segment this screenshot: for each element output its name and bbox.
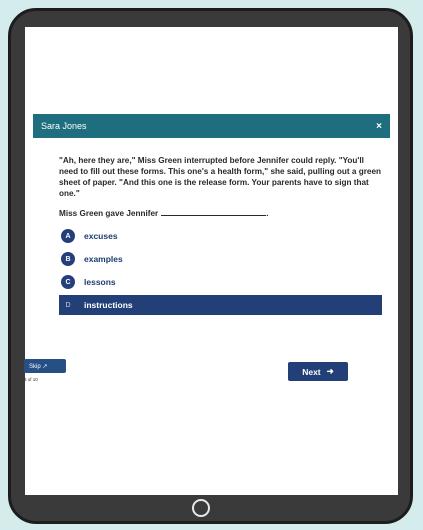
dialog-title: Sara Jones — [41, 121, 87, 131]
option-c[interactable]: C lessons — [59, 272, 382, 292]
option-letter: B — [61, 252, 75, 266]
next-button[interactable]: Next ➜ — [288, 362, 348, 381]
option-label: examples — [84, 254, 123, 264]
option-b[interactable]: B examples — [59, 249, 382, 269]
option-label: excuses — [84, 231, 118, 241]
reading-passage: "Ah, here they are," Miss Green interrup… — [59, 156, 381, 198]
option-label: lessons — [84, 277, 116, 287]
option-a[interactable]: A excuses — [59, 226, 382, 246]
next-label: Next — [302, 366, 321, 377]
option-letter: C — [61, 275, 75, 289]
page-counter: 3 of 10 — [24, 377, 38, 382]
answer-blank — [161, 215, 267, 216]
home-button[interactable] — [192, 499, 210, 517]
option-letter: A — [61, 229, 75, 243]
question-text: Miss Green gave Jennifer. — [59, 209, 382, 218]
close-icon[interactable]: × — [376, 121, 382, 132]
question-stem: Miss Green gave Jennifer — [59, 209, 159, 218]
dialog-header: Sara Jones × — [33, 114, 390, 138]
answer-options: A excuses B examples C lessons D instruc… — [33, 226, 390, 315]
skip-button[interactable]: Skip ↗ — [24, 359, 66, 373]
question-end: . — [266, 209, 269, 218]
option-label: instructions — [84, 300, 133, 310]
option-d[interactable]: D instructions — [59, 295, 382, 315]
option-letter: D — [65, 301, 71, 309]
question-dialog: Sara Jones × "Ah, here they are," Miss G… — [33, 114, 390, 391]
arrow-right-icon: ➜ — [326, 366, 334, 376]
